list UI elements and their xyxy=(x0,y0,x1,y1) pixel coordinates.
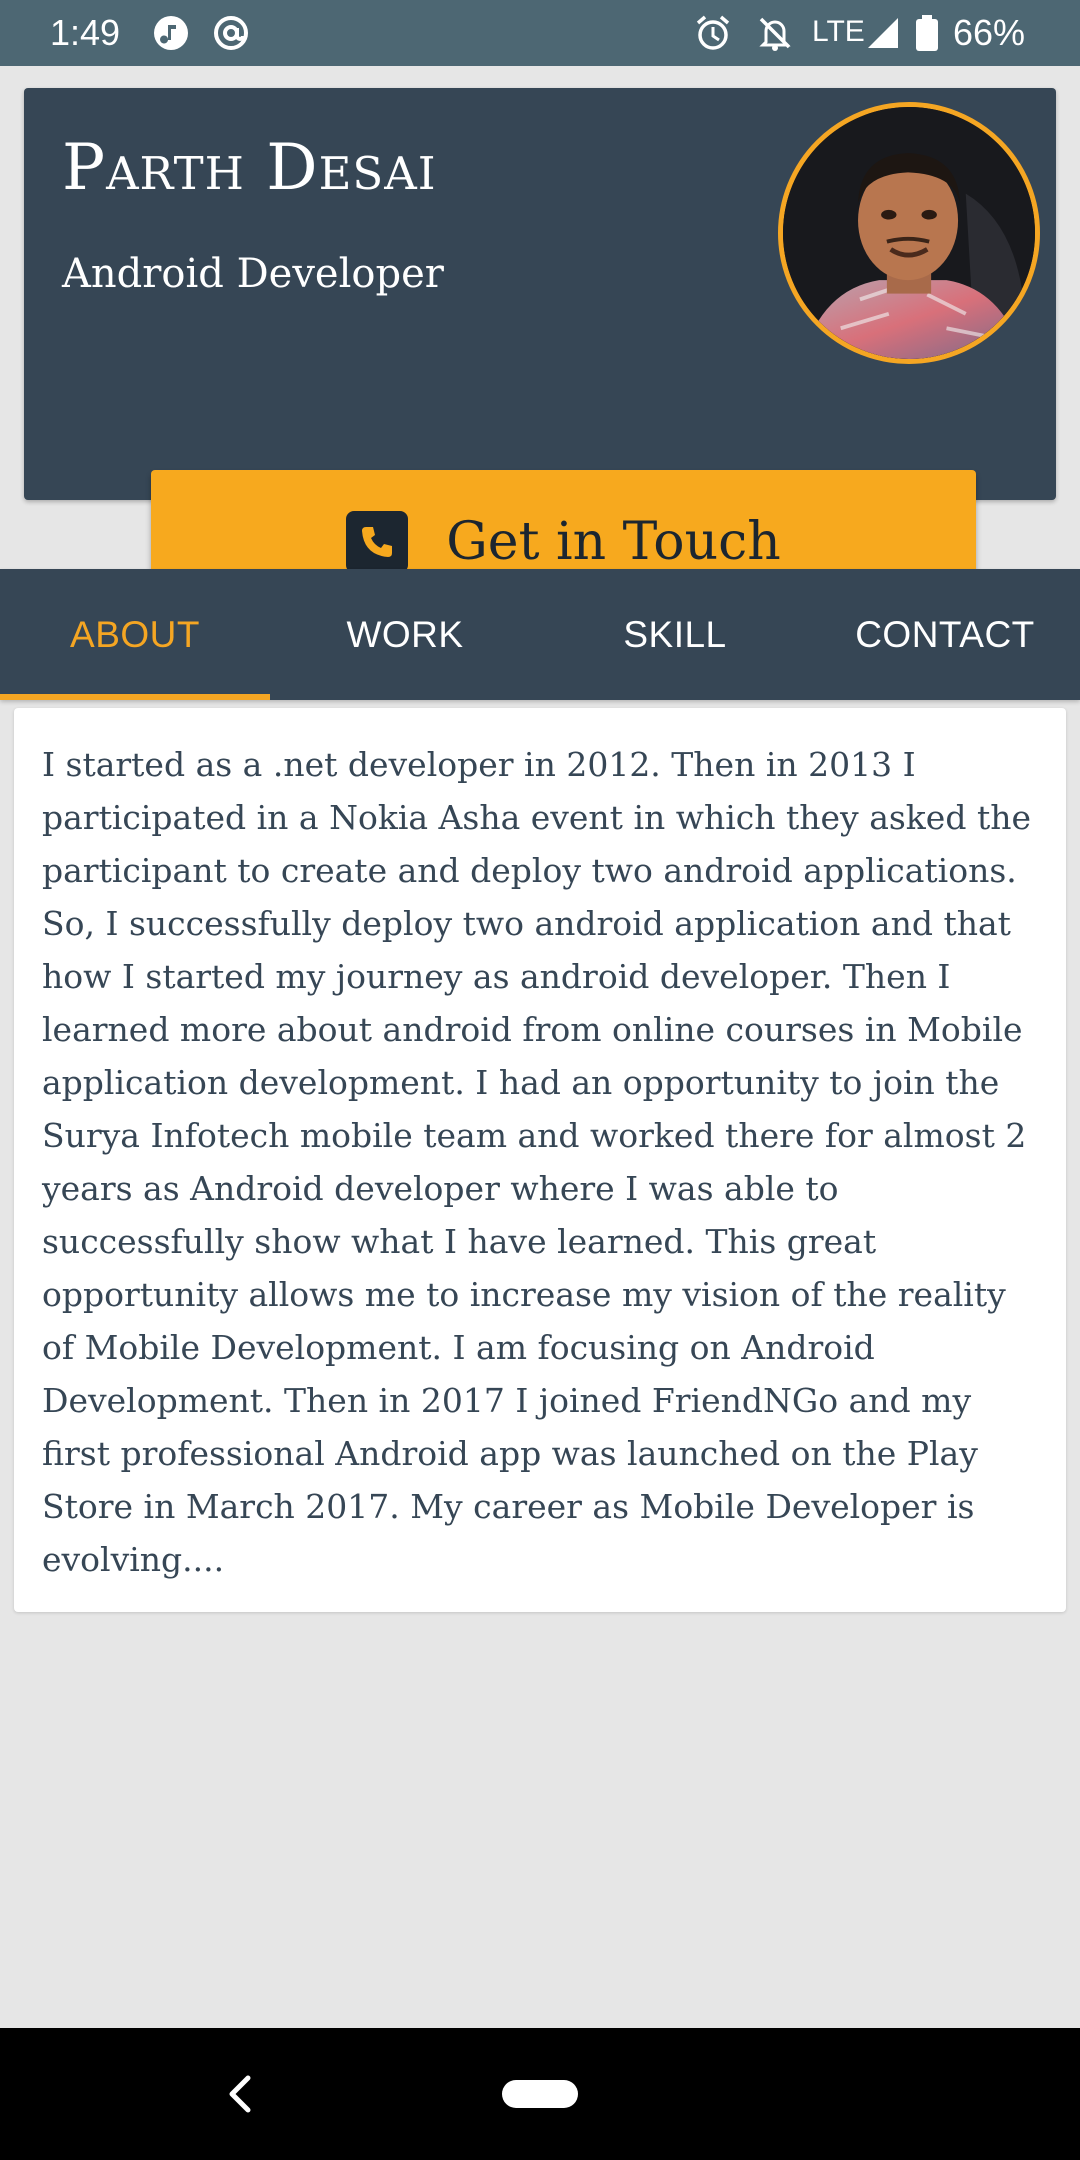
profile-role: Android Developer xyxy=(62,251,444,297)
tab-about[interactable]: ABOUT xyxy=(0,569,270,700)
notifications-off-icon xyxy=(756,14,794,52)
tab-work[interactable]: WORK xyxy=(270,569,540,700)
about-text: I started as a .net developer in 2012. T… xyxy=(42,745,1031,1579)
profile-name: Parth Desai xyxy=(62,131,437,205)
home-pill-icon[interactable] xyxy=(502,2080,578,2108)
tab-skill[interactable]: SKILL xyxy=(540,569,810,700)
music-note-icon xyxy=(152,14,190,52)
network-type: LTE xyxy=(812,15,865,48)
tab-contact[interactable]: CONTACT xyxy=(810,569,1080,700)
avatar xyxy=(778,102,1040,364)
navigation-bar xyxy=(0,2028,1080,2160)
status-time: 1:49 xyxy=(50,12,121,53)
signal-icon xyxy=(864,14,902,52)
about-card: I started as a .net developer in 2012. T… xyxy=(14,708,1066,1612)
at-sign-icon xyxy=(212,14,250,52)
phone-icon xyxy=(346,511,409,573)
tab-bar: ABOUT WORK SKILL CONTACT xyxy=(0,569,1080,700)
battery-percent: 66% xyxy=(953,12,1026,53)
status-bar: 1:49 LTE 66% xyxy=(0,0,1080,66)
battery-icon xyxy=(912,14,942,52)
get-in-touch-label: Get in Touch xyxy=(446,512,781,572)
profile-photo xyxy=(783,107,1035,359)
alarm-icon xyxy=(694,14,732,52)
profile-header-card: Parth Desai Android Developer Get in Tou… xyxy=(24,88,1056,614)
back-chevron-icon[interactable] xyxy=(218,2068,262,2120)
